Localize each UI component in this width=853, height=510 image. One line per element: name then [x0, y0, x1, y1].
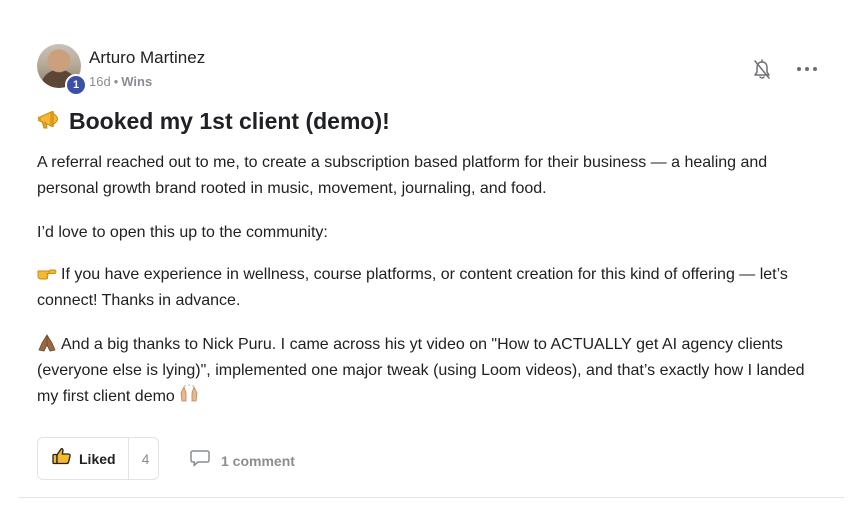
- post-meta: 16d • Wins: [89, 74, 152, 89]
- meta-separator: •: [113, 74, 119, 89]
- like-count[interactable]: 4: [129, 451, 150, 467]
- author-avatar-wrap[interactable]: 1: [37, 44, 87, 96]
- like-button[interactable]: Liked: [38, 438, 129, 479]
- post-paragraph-3: If you have experience in wellness, cour…: [37, 262, 827, 314]
- pointing-hand-icon: [37, 264, 57, 282]
- post-title-text: Booked my 1st client (demo)!: [69, 108, 390, 134]
- like-control: Liked 4: [37, 437, 159, 480]
- post-paragraph-4-text: And a big thanks to Nick Puru. I came ac…: [37, 336, 805, 405]
- post-category[interactable]: Wins: [121, 74, 152, 89]
- post-paragraph-3-text: If you have experience in wellness, cour…: [37, 266, 788, 309]
- author-name[interactable]: Arturo Martinez: [89, 48, 205, 68]
- comments-label: 1 comment: [221, 452, 295, 469]
- comments-button[interactable]: 1 comment: [190, 449, 295, 472]
- comment-icon: [190, 449, 210, 472]
- raising-hands-icon: [179, 384, 199, 402]
- thumbs-up-icon: [52, 447, 72, 470]
- post-paragraph-1: A referral reached out to me, to create …: [37, 154, 768, 197]
- bell-off-icon[interactable]: [752, 59, 772, 81]
- divider: [18, 497, 844, 498]
- level-badge: 1: [65, 74, 87, 96]
- post-paragraph-2: I’d love to open this up to the communit…: [37, 224, 328, 241]
- post-time: 16d: [89, 74, 111, 89]
- like-label: Liked: [79, 450, 116, 467]
- post-card: 1 Arturo Martinez 16d • Wins Booked my 1…: [0, 0, 853, 510]
- folded-hands-icon: [37, 334, 57, 352]
- post-title: Booked my 1st client (demo)!: [37, 108, 390, 135]
- more-options-icon[interactable]: [795, 58, 819, 80]
- post-paragraph-4: And a big thanks to Nick Puru. I came ac…: [37, 332, 827, 410]
- megaphone-icon: [37, 108, 65, 132]
